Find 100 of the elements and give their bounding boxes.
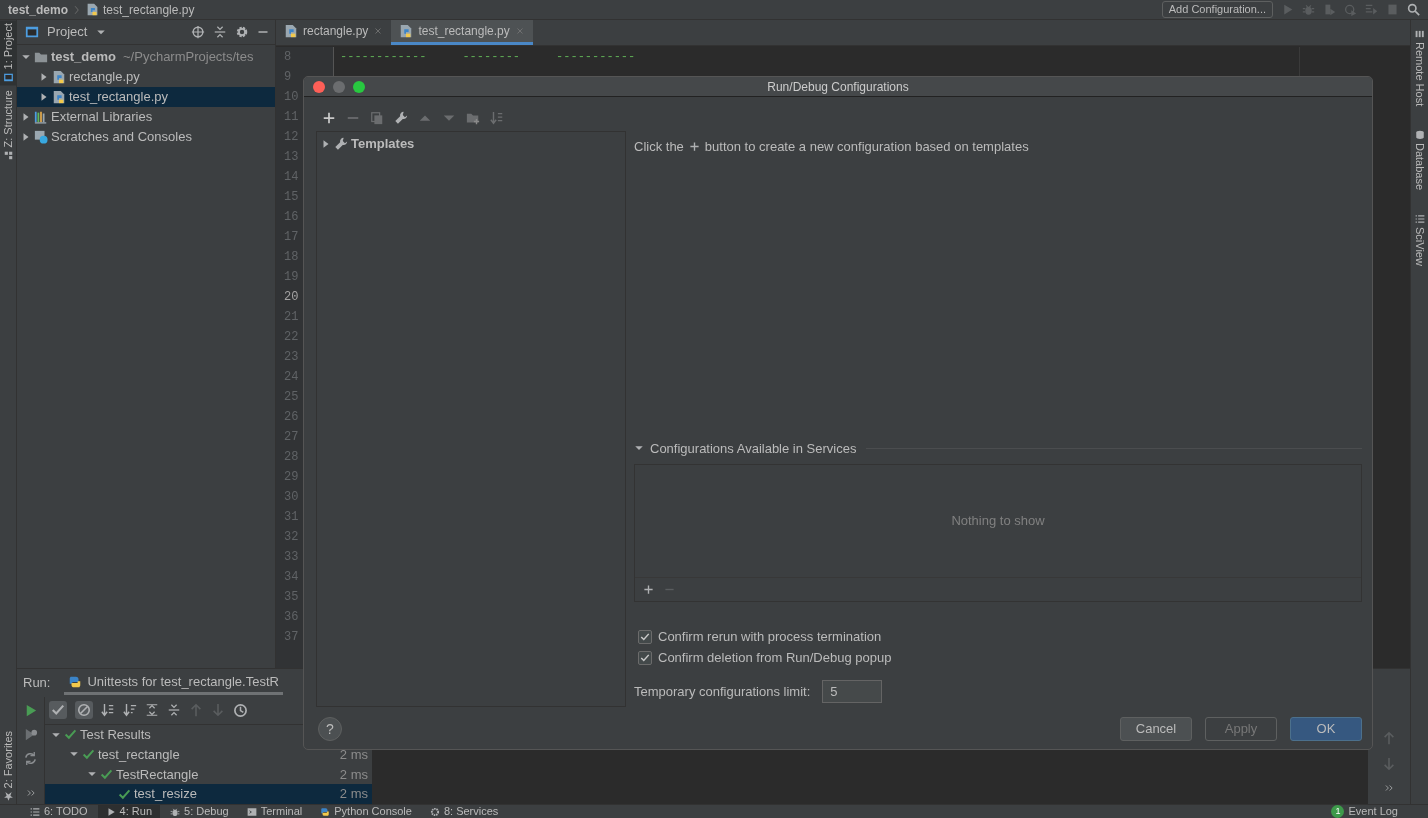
tool-window-tab[interactable]: 8: Services bbox=[421, 805, 507, 818]
tree-row[interactable]: Templates bbox=[317, 134, 625, 154]
wrench-icon bbox=[334, 137, 348, 151]
expand-arrow-icon[interactable] bbox=[321, 139, 331, 149]
line-number: 20 bbox=[283, 289, 299, 306]
tool-window-tab[interactable]: Remote Host bbox=[1411, 26, 1428, 110]
test-name: test_rectangle bbox=[98, 745, 180, 764]
collapse-all-icon[interactable] bbox=[213, 25, 227, 39]
sort-by-duration-icon[interactable] bbox=[123, 703, 137, 718]
python-file-icon bbox=[52, 70, 66, 84]
test-name: Test Results bbox=[80, 725, 151, 744]
add-icon[interactable] bbox=[322, 111, 336, 125]
tree-item-label: rectangle.py bbox=[69, 68, 140, 87]
tool-window-icon bbox=[1414, 130, 1425, 141]
python-file-icon bbox=[52, 90, 66, 104]
tool-window-tab[interactable]: 4: Run bbox=[97, 805, 161, 818]
wrench-icon[interactable] bbox=[394, 111, 408, 125]
section-title[interactable]: Configurations Available in Services bbox=[650, 438, 857, 458]
more-icon[interactable] bbox=[1384, 783, 1394, 793]
show-ignored-toggle[interactable] bbox=[75, 701, 93, 720]
test-name: TestRectangle bbox=[116, 765, 199, 784]
tree-item-label: Templates bbox=[351, 135, 415, 154]
more-icon[interactable] bbox=[25, 788, 36, 798]
settings-icon[interactable] bbox=[235, 25, 249, 39]
hint-text: button to create a new configuration based on templates bbox=[704, 138, 1029, 156]
add-configuration-button[interactable]: Add Configuration... bbox=[1161, 1, 1273, 18]
editor-tab[interactable]: rectangle.py bbox=[276, 20, 392, 45]
terminal-icon bbox=[246, 806, 257, 817]
check-icon bbox=[640, 631, 650, 642]
auto-test-icon[interactable] bbox=[23, 751, 38, 766]
tree-row[interactable]: External Libraries bbox=[17, 107, 275, 127]
python-file-icon bbox=[86, 3, 100, 16]
tool-window-tab[interactable]: 5: Debug bbox=[162, 805, 237, 818]
tool-window-icon bbox=[3, 72, 13, 83]
test-row[interactable]: test_resize 2 ms bbox=[45, 784, 372, 804]
run-tab[interactable]: Unittests for test_rectangle.TestR bbox=[64, 671, 283, 695]
tool-window-tab[interactable]: Z: Structure bbox=[0, 87, 17, 164]
breadcrumb-item[interactable]: test_rectangle.py bbox=[103, 0, 195, 19]
tool-window-tab[interactable]: 2: Favorites bbox=[0, 727, 17, 804]
tool-window-tab[interactable]: 6: TODO bbox=[22, 805, 96, 818]
help-button[interactable]: ? bbox=[318, 717, 342, 741]
expand-arrow-icon[interactable] bbox=[39, 92, 49, 102]
limit-field[interactable]: 5 bbox=[822, 680, 883, 703]
tree-row[interactable]: Scratches and Consoles bbox=[17, 127, 275, 147]
search-icon[interactable] bbox=[1407, 3, 1420, 16]
show-passed-toggle[interactable] bbox=[49, 701, 67, 720]
rerun-failed-icon[interactable] bbox=[23, 727, 38, 742]
tool-window-icon bbox=[1414, 29, 1425, 39]
tree-row[interactable]: rectangle.py bbox=[17, 67, 275, 87]
scratches-icon bbox=[34, 130, 48, 144]
tool-window-icon bbox=[3, 150, 13, 161]
add-icon[interactable] bbox=[643, 584, 654, 595]
expand-arrow-icon[interactable] bbox=[21, 112, 31, 122]
field-label: Temporary configurations limit: bbox=[634, 682, 811, 701]
python-file-icon bbox=[284, 24, 298, 38]
test-duration: 2 ms bbox=[339, 785, 369, 804]
expand-all-icon[interactable] bbox=[145, 703, 159, 718]
close-window-button[interactable] bbox=[313, 81, 325, 93]
notification-count: 1 bbox=[1331, 805, 1345, 818]
tool-window-tab[interactable]: 1: Project bbox=[0, 20, 17, 86]
tool-window-tab[interactable]: Database bbox=[1411, 127, 1428, 194]
checkbox-label: Confirm rerun with process termination bbox=[658, 627, 882, 646]
tool-window-icon bbox=[1414, 214, 1425, 225]
tool-window-tab[interactable]: Python Console bbox=[312, 805, 420, 818]
event-log-button[interactable]: 1 Event Log bbox=[1331, 805, 1398, 818]
expand-arrow-icon[interactable] bbox=[21, 132, 31, 142]
dialog-button[interactable]: OK bbox=[1290, 717, 1362, 741]
tool-window-tab[interactable]: Terminal bbox=[238, 805, 311, 818]
editor-tab[interactable]: test_rectangle.py bbox=[391, 20, 533, 45]
test-row[interactable]: TestRectangle 2 ms bbox=[45, 764, 372, 785]
sort-alphabetically-icon[interactable] bbox=[101, 703, 115, 718]
code-text: ------------ -------- ----------- bbox=[340, 50, 636, 64]
check-icon bbox=[640, 652, 650, 663]
new-folder-icon[interactable] bbox=[466, 111, 480, 125]
history-icon[interactable] bbox=[233, 702, 248, 718]
panel-title[interactable]: Project bbox=[47, 22, 88, 42]
dialog-title: Run/Debug Configurations bbox=[767, 78, 909, 96]
ignored-icon bbox=[77, 703, 91, 718]
empty-message: Nothing to show bbox=[951, 512, 1045, 531]
python-console-icon bbox=[320, 806, 331, 817]
python-file-icon bbox=[399, 24, 414, 38]
collapse-all-icon[interactable] bbox=[167, 703, 181, 718]
tool-window-icon bbox=[3, 791, 13, 801]
test-name: test_resize bbox=[134, 785, 197, 804]
tree-row[interactable]: test_demo ~/PycharmProjects/tes bbox=[17, 47, 275, 67]
tree-row[interactable]: test_rectangle.py bbox=[17, 87, 275, 107]
checkbox[interactable] bbox=[638, 650, 652, 665]
tool-window-tab[interactable]: SciView bbox=[1411, 211, 1428, 270]
test-duration: 2 ms bbox=[339, 745, 369, 764]
expand-arrow-icon[interactable] bbox=[39, 72, 49, 82]
locate-icon[interactable] bbox=[191, 25, 205, 39]
checkbox-label: Confirm deletion from Run/Debug popup bbox=[658, 648, 892, 667]
tool-window-label: Remote Host bbox=[1412, 42, 1427, 107]
test-row[interactable]: test_rectangle 2 ms bbox=[45, 744, 372, 765]
dialog-button[interactable]: Cancel bbox=[1120, 717, 1192, 741]
zoom-window-button[interactable] bbox=[353, 81, 365, 93]
checkbox[interactable] bbox=[638, 629, 652, 644]
tree-item-label: test_rectangle.py bbox=[69, 88, 168, 107]
breadcrumb-item[interactable]: test_demo bbox=[8, 0, 69, 19]
tool-window-label: SciView bbox=[1412, 227, 1427, 267]
